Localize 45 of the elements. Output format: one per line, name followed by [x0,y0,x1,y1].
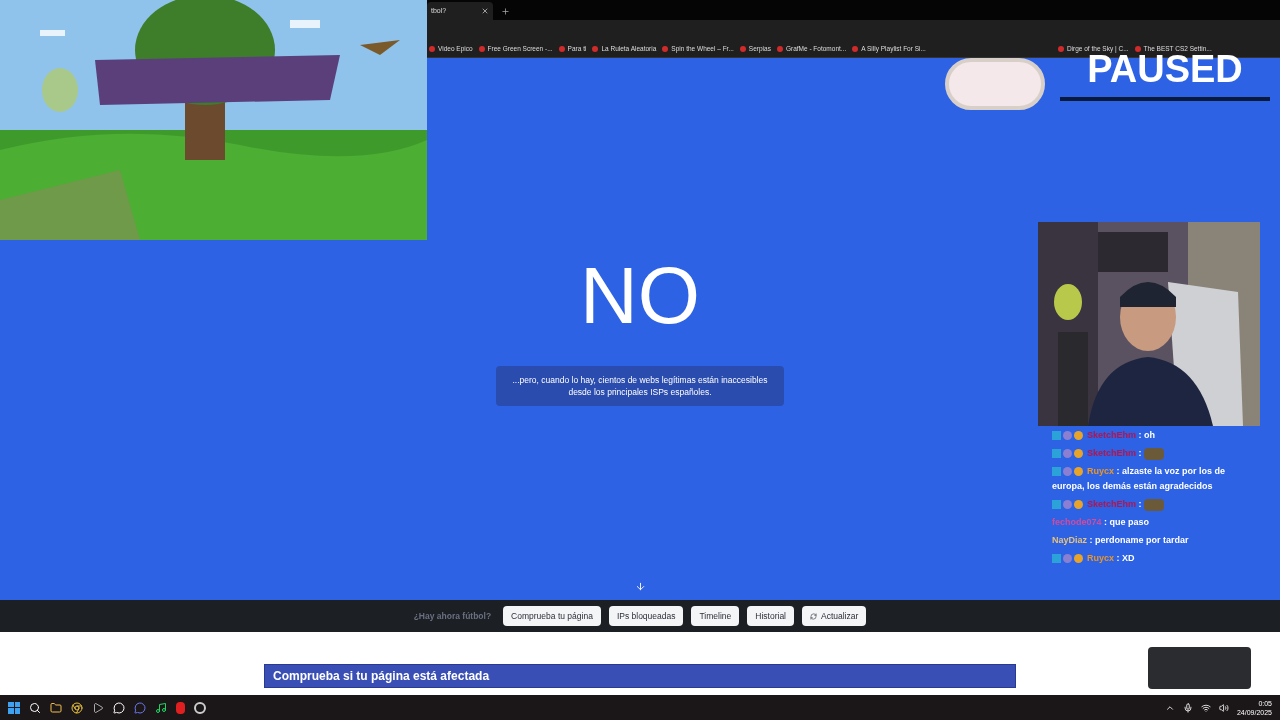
chat-message: SketchEhm : [1048,446,1233,461]
favicon-icon [1134,45,1141,52]
chat-message: SketchEhm : [1048,497,1233,512]
chat-message: NayDiaz : perdoname por tardar [1051,534,1190,547]
notice: ...pero, cuando lo hay, cientos de webs legítimas están inaccesibles desde los principales ISPs españoles. [496,366,784,406]
favicon-icon [852,45,859,52]
nav-button[interactable]: Timeline [691,606,740,626]
nav-button[interactable]: Comprueba tu página [503,606,601,626]
network-icon[interactable] [1200,702,1211,713]
new-tab-icon[interactable] [501,7,510,16]
discord-icon[interactable] [134,701,146,714]
scroll-down-icon[interactable] [634,581,646,592]
headline: NO [580,256,700,336]
section-title: Comprueba si tu página está afectada [264,664,1016,688]
player-icon[interactable] [92,701,104,714]
favicon-icon [1057,45,1064,52]
volume-icon[interactable] [1218,702,1229,713]
emote-icon [1144,447,1165,460]
folder-icon[interactable] [50,701,62,714]
refresh-icon [810,612,817,620]
chat-message: Ruycx : XD [1048,551,1233,566]
favicon-icon [429,45,435,52]
recorder-icon[interactable] [194,701,206,714]
search-icon[interactable] [29,701,41,714]
favicon-icon [478,45,485,52]
favicon-icon [592,45,599,52]
nav-button[interactable]: Historial [747,606,794,626]
music-icon[interactable] [155,701,167,714]
favicon-icon [739,45,746,52]
emote-icon [1144,498,1165,511]
browser-icon[interactable] [71,701,83,714]
chat-message: SketchEhm : oh [1048,428,1233,443]
chat-message: Ruycx : alzaste la voz por los de europa, los demás están agradecidos [1051,465,1227,493]
start-icon[interactable] [8,701,20,714]
nav-button[interactable]: Actualizar [802,606,867,626]
chat-message: fechode074 : que paso [1051,516,1151,529]
microphone-icon[interactable] [1182,702,1193,713]
chat-app-icon[interactable] [113,701,125,714]
favicon-icon [662,45,669,52]
app-icon[interactable] [176,701,185,714]
nav-label: ¿Hay ahora fútbol? [413,609,492,623]
close-icon[interactable] [481,7,489,15]
nav-button[interactable]: IPs bloqueadas [608,606,684,626]
favicon-icon [558,45,565,52]
favicon-icon [776,45,783,52]
